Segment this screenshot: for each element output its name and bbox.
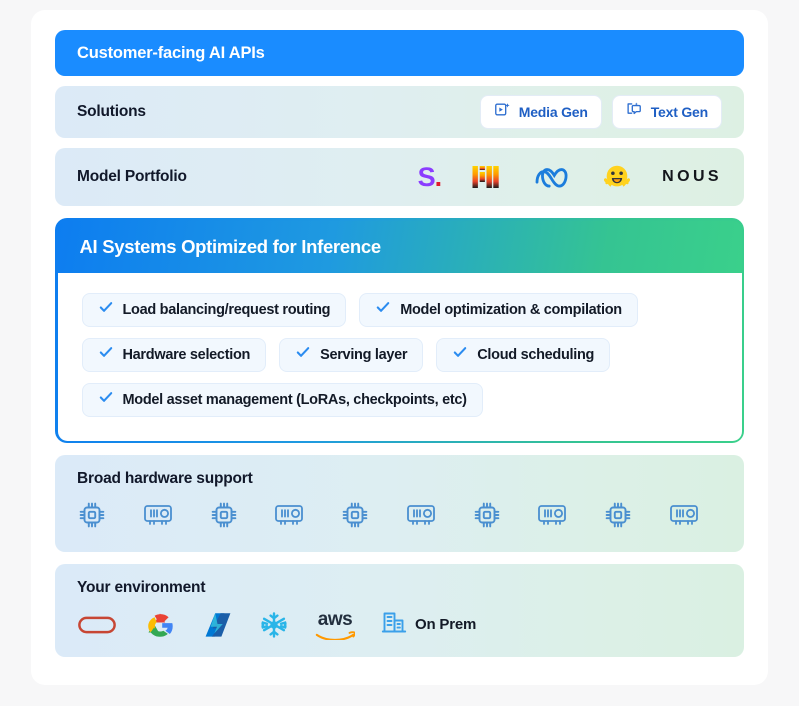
ai-systems-title: AI Systems Optimized for Inference: [79, 235, 382, 257]
aws-logo: aws: [315, 610, 355, 640]
check-icon: [98, 299, 114, 320]
media-gen-icon: [494, 101, 511, 123]
stability-ai-mark: S: [417, 161, 436, 192]
aws-wordmark: aws: [317, 608, 353, 630]
check-icon: [295, 344, 311, 365]
page-root: Customer-facing AI APIs Solutions Media …: [0, 0, 799, 706]
feature-label: Model asset management (LoRAs, checkpoin…: [122, 391, 467, 408]
model-portfolio-row: Model Portfolio S. NOUS: [55, 148, 744, 206]
stability-ai-logo: S.: [417, 161, 442, 192]
oracle-cloud-logo: [77, 611, 117, 639]
on-prem-icon: [381, 609, 407, 640]
feature-label: Hardware selection: [122, 346, 251, 363]
customer-facing-api-banner: Customer-facing AI APIs: [55, 30, 744, 76]
feature-item[interactable]: Model asset management (LoRAs, checkpoin…: [81, 382, 483, 417]
meta-logo: [532, 160, 572, 194]
nous-research-logo: NOUS: [662, 160, 722, 194]
feature-row: Model asset management (LoRAs, checkpoin…: [81, 382, 718, 417]
text-gen-label: Text Gen: [650, 104, 708, 120]
hardware-icon-strip: [77, 500, 722, 535]
check-icon: [452, 344, 468, 365]
aws-smile-icon: [315, 630, 355, 640]
feature-label: Cloud scheduling: [477, 346, 595, 363]
environment-icon-strip: aws On Prem: [77, 609, 722, 640]
media-gen-chip[interactable]: Media Gen: [479, 95, 602, 129]
your-environment-block: Your environment aws On Prem: [55, 564, 744, 657]
ai-systems-feature-list: Load balancing/request routing Model opt…: [57, 272, 742, 441]
broad-hardware-support-block: Broad hardware support: [55, 455, 744, 552]
feature-label: Load balancing/request routing: [122, 301, 331, 318]
on-prem-item: On Prem: [381, 609, 476, 640]
gpu-card-icon: [142, 500, 174, 535]
snowflake-logo: [259, 610, 289, 640]
check-icon: [375, 299, 391, 320]
cpu-chip-icon: [603, 500, 633, 535]
hugging-face-mark: [604, 165, 631, 187]
cpu-chip-icon: [77, 500, 107, 535]
feature-item[interactable]: Cloud scheduling: [436, 337, 611, 372]
feature-item[interactable]: Load balancing/request routing: [81, 292, 347, 327]
banner-title: Customer-facing AI APIs: [77, 43, 265, 62]
feature-item[interactable]: Model optimization & compilation: [359, 292, 638, 327]
google-cloud-logo: [143, 610, 177, 640]
architecture-diagram-panel: Customer-facing AI APIs Solutions Media …: [31, 10, 768, 685]
solutions-row: Solutions Media Gen Text Gen: [55, 86, 744, 138]
environment-title: Your environment: [77, 579, 206, 596]
model-portfolio-label: Model Portfolio: [77, 168, 187, 185]
solutions-chips-container: Media Gen Text Gen: [479, 95, 722, 129]
gpu-card-icon: [273, 500, 305, 535]
solutions-label: Solutions: [77, 103, 146, 120]
check-icon: [98, 344, 114, 365]
gpu-card-icon: [668, 500, 700, 535]
gpu-card-icon: [405, 500, 437, 535]
microsoft-azure-logo: [203, 610, 233, 640]
hardware-title: Broad hardware support: [77, 470, 253, 487]
nous-wordmark: NOUS: [662, 168, 722, 185]
gpu-card-icon: [536, 500, 568, 535]
cpu-chip-icon: [340, 500, 370, 535]
meta-infinity-mark: [535, 168, 568, 188]
feature-row: Hardware selection Serving layer Cloud s…: [81, 337, 718, 372]
mistral-ai-logo: [471, 160, 502, 194]
check-icon: [98, 389, 114, 410]
feature-label: Model optimization & compilation: [400, 301, 622, 318]
cpu-chip-icon: [472, 500, 502, 535]
feature-item[interactable]: Serving layer: [279, 337, 424, 372]
ai-systems-header: AI Systems Optimized for Inference: [57, 220, 742, 273]
mistral-ai-mark: [472, 166, 499, 188]
on-prem-label: On Prem: [415, 616, 477, 633]
ai-systems-card: AI Systems Optimized for Inference Load …: [55, 218, 744, 443]
feature-row: Load balancing/request routing Model opt…: [81, 292, 718, 327]
feature-item[interactable]: Hardware selection: [81, 337, 267, 372]
cpu-chip-icon: [209, 500, 239, 535]
media-gen-label: Media Gen: [518, 104, 588, 120]
model-portfolio-logos: S. NOUS: [418, 160, 722, 194]
text-gen-icon: [626, 101, 643, 123]
text-gen-chip[interactable]: Text Gen: [611, 95, 722, 129]
feature-label: Serving layer: [320, 346, 408, 363]
hugging-face-logo: [602, 160, 632, 194]
